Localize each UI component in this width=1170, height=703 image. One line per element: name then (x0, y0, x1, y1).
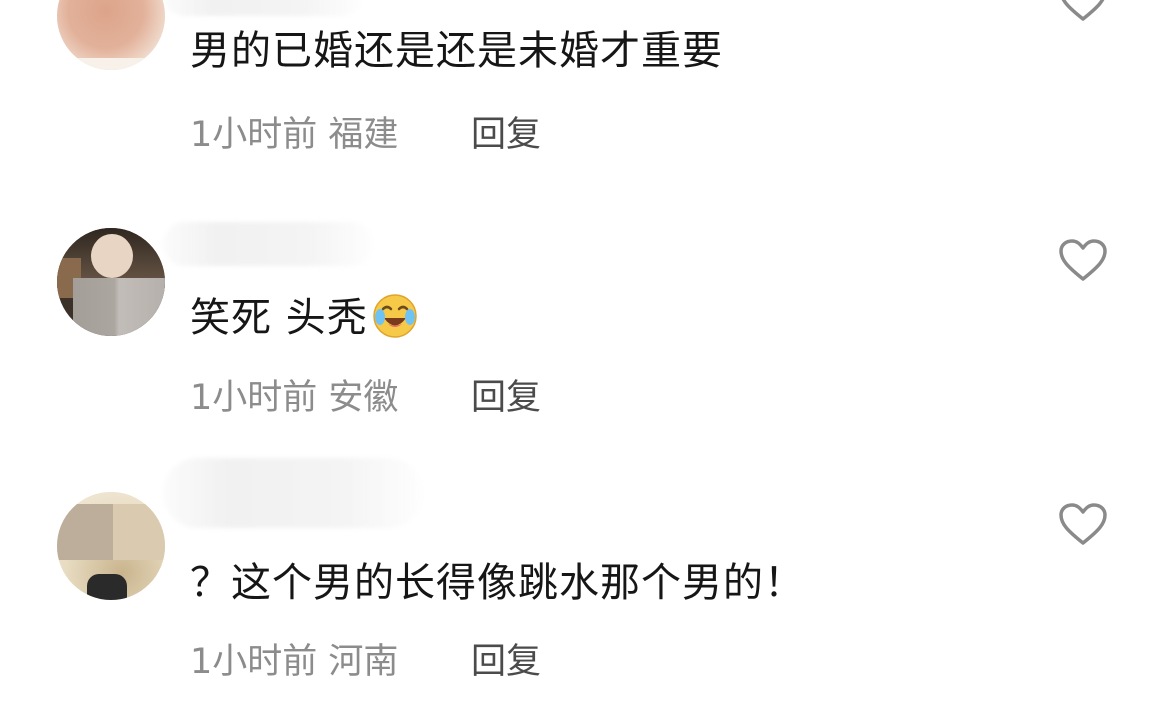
like-button[interactable] (1058, 502, 1108, 546)
comment-text: 男的已婚还是还是未婚才重要 (190, 28, 723, 74)
avatar[interactable] (57, 228, 165, 336)
comment-meta: 1小时前 河南 回复 (190, 641, 541, 683)
reply-button[interactable]: 回复 (471, 641, 541, 683)
comment-meta: 1小时前 福建 回复 (190, 114, 541, 156)
like-button[interactable] (1058, 0, 1108, 22)
avatar[interactable] (57, 492, 165, 600)
avatar[interactable] (57, 0, 165, 70)
comment-item: 男的已婚还是还是未婚才重要 1小时前 福建 回复 (0, 0, 1170, 200)
username-redacted (163, 0, 363, 16)
username-redacted (163, 222, 373, 266)
heart-outline-icon (1061, 0, 1105, 21)
comment-text-content: 笑死 头秃 (190, 295, 368, 341)
comment-text: ？这个男的长得像跳水那个男的！ (190, 560, 805, 606)
like-button[interactable] (1058, 238, 1108, 282)
heart-outline-icon (1059, 239, 1107, 281)
reply-button[interactable]: 回复 (471, 114, 541, 156)
comment-location: 福建 (328, 115, 399, 155)
comment-location: 安徽 (328, 378, 399, 418)
username-redacted (163, 458, 423, 528)
reply-button[interactable]: 回复 (471, 377, 541, 419)
comment-time: 1小时前 (190, 378, 318, 418)
comment-text: 笑死 头秃 (190, 293, 418, 342)
comment-time: 1小时前 (190, 642, 318, 682)
comment-meta: 1小时前 安徽 回复 (190, 377, 541, 419)
laughing-crying-emoji-icon (372, 294, 417, 338)
comment-location: 河南 (328, 642, 399, 682)
comment-list: 男的已婚还是还是未婚才重要 1小时前 福建 回复 笑死 头秃 1小时前 安徽 回… (0, 0, 1170, 703)
comment-time: 1小时前 (190, 115, 318, 155)
heart-outline-icon (1059, 503, 1107, 545)
